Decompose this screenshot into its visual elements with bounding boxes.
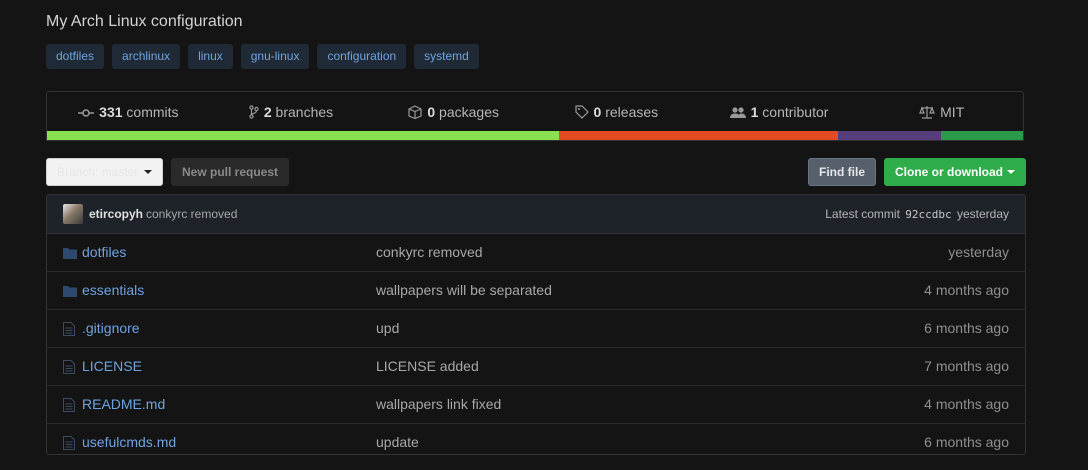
clone-download-button[interactable]: Clone or download <box>884 158 1026 186</box>
table-row: essentials wallpapers will be separated 4 … <box>47 271 1025 309</box>
find-file-button[interactable]: Find file <box>808 158 876 186</box>
file-age: 6 months ago <box>924 320 1009 336</box>
file-commit-message[interactable]: conkyrc removed <box>376 244 483 260</box>
file-age: 6 months ago <box>924 434 1009 450</box>
topic-tag[interactable]: gnu-linux <box>240 44 310 69</box>
commit-message[interactable]: conkyrc removed <box>146 207 237 221</box>
file-age: 4 months ago <box>924 396 1009 412</box>
commit-time: yesterday <box>956 207 1009 221</box>
file-commit-message[interactable]: update <box>376 434 419 450</box>
file-icon <box>63 436 75 453</box>
language-segment[interactable] <box>47 131 560 140</box>
file-age: 7 months ago <box>924 358 1009 374</box>
file-name-link[interactable]: LICENSE <box>82 358 142 374</box>
stat-label: releases <box>601 104 659 120</box>
file-age: yesterday <box>948 244 1009 260</box>
file-icon <box>63 322 75 339</box>
stat-count: 2 <box>263 104 272 120</box>
topic-tag[interactable]: archlinux <box>112 44 181 69</box>
file-commit-message[interactable]: wallpapers link fixed <box>376 396 501 412</box>
caret-down-icon <box>144 170 152 174</box>
topic-tag[interactable]: configuration <box>317 44 407 69</box>
table-row: dotfiles conkyrc removed yesterday <box>47 234 1025 271</box>
commit-author[interactable]: etircopyh <box>89 207 143 221</box>
topic-tag[interactable]: linux <box>188 44 233 69</box>
stat-license[interactable]: MIT <box>860 104 1023 120</box>
stat-packages[interactable]: 0 packages <box>372 104 535 120</box>
tag-icon <box>574 105 589 119</box>
language-segment[interactable] <box>559 131 838 140</box>
file-icon <box>63 398 75 415</box>
stat-releases[interactable]: 0 releases <box>535 104 698 120</box>
table-row: README.md wallpapers link fixed 4 months a… <box>47 385 1025 423</box>
table-row: .gitignore upd 6 months ago <box>47 309 1025 347</box>
file-age: 4 months ago <box>924 282 1009 298</box>
topic-tag[interactable]: dotfiles <box>46 44 105 69</box>
law-icon <box>919 106 936 119</box>
repo-description: My Arch Linux configuration <box>46 13 243 30</box>
folder-icon <box>63 246 77 262</box>
branch-icon <box>249 105 259 119</box>
table-row: usefulcmds.md update 6 months ago <box>47 423 1025 454</box>
latest-commit-bar: etircopyh conkyrc removed Latest commit … <box>47 195 1025 234</box>
language-segment[interactable] <box>941 131 1023 140</box>
file-name-link[interactable]: essentials <box>82 282 144 298</box>
stat-contributors[interactable]: 1 contributor <box>698 104 861 120</box>
file-rows: dotfiles conkyrc removed yesterday essentia… <box>47 234 1025 454</box>
package-icon <box>408 105 422 120</box>
folder-icon <box>63 284 77 300</box>
language-segment[interactable] <box>837 131 941 140</box>
file-commit-message[interactable]: LICENSE added <box>376 358 479 374</box>
file-icon <box>63 360 75 377</box>
new-pull-request-button[interactable]: New pull request <box>171 158 289 186</box>
topic-tag[interactable]: systemd <box>414 44 479 69</box>
stat-label: MIT <box>940 104 965 120</box>
people-icon <box>729 107 746 118</box>
language-bar[interactable] <box>47 131 1023 140</box>
file-name-link[interactable]: dotfiles <box>82 244 126 260</box>
stat-label: packages <box>435 104 499 120</box>
topic-list: dotfiles archlinux linux gnu-linux confi… <box>46 44 479 69</box>
stat-commits[interactable]: 331 commits <box>47 104 210 120</box>
table-row: LICENSE LICENSE added 7 months ago <box>47 347 1025 385</box>
caret-down-icon <box>1007 170 1015 174</box>
stat-label: commits <box>122 104 179 120</box>
branch-label: Branch: master <box>57 165 139 179</box>
latest-commit-prefix: Latest commit <box>825 207 900 221</box>
commit-sha[interactable]: 92ccdbc <box>905 208 951 221</box>
file-name-link[interactable]: usefulcmds.md <box>82 434 176 450</box>
branch-select-button[interactable]: Branch: master <box>46 158 163 186</box>
file-name-link[interactable]: .gitignore <box>82 320 140 336</box>
stat-label: contributor <box>758 104 829 120</box>
stat-branches[interactable]: 2 branches <box>210 104 373 120</box>
file-commit-message[interactable]: upd <box>376 320 399 336</box>
avatar[interactable] <box>63 204 83 224</box>
stat-count: 331 <box>99 104 123 120</box>
file-commit-message[interactable]: wallpapers will be separated <box>376 282 552 298</box>
file-name-link[interactable]: README.md <box>82 396 165 412</box>
clone-label: Clone or download <box>895 165 1003 179</box>
stat-count: 0 <box>427 104 436 120</box>
repo-summary: 331 commits 2 branches 0 packages 0 rele… <box>46 91 1024 141</box>
file-table: etircopyh conkyrc removed Latest commit … <box>46 194 1026 455</box>
stat-label: branches <box>271 104 334 120</box>
latest-commit-info: Latest commit 92ccdbc yesterday <box>825 207 1009 221</box>
commits-icon <box>78 109 95 117</box>
